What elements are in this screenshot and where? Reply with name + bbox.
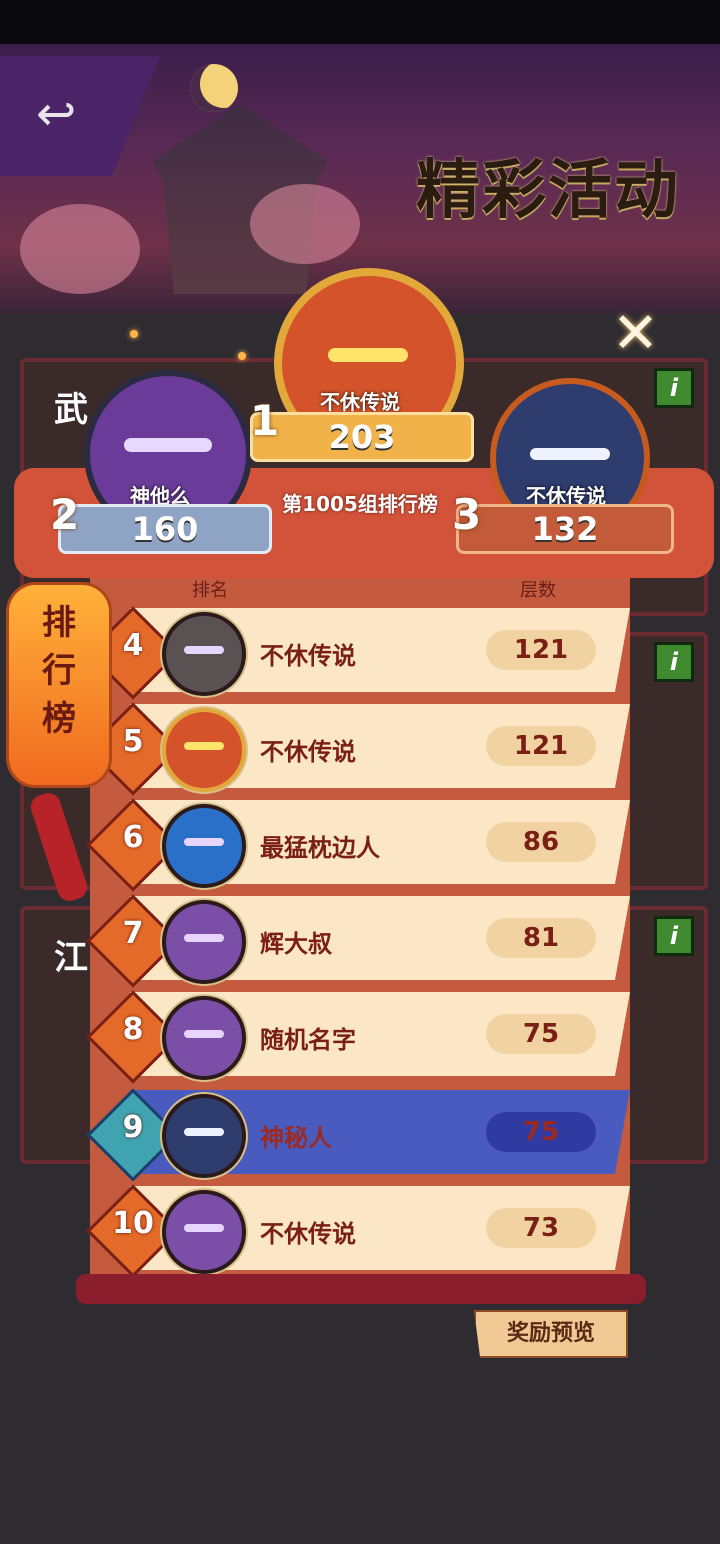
rank-number: 10 — [112, 1206, 154, 1241]
player-score: 81 — [486, 918, 596, 958]
leaderboard-row[interactable]: 7 辉大叔 81 — [86, 894, 630, 988]
podium-score: 132 — [456, 504, 674, 554]
purple-ninja-icon — [124, 438, 212, 452]
ninja-white-icon — [162, 612, 246, 696]
podium-rank: 3 — [452, 490, 482, 539]
blue-ninja-icon — [162, 804, 246, 888]
event-card-title: 武 — [54, 390, 88, 430]
col-rank-header: 排名 — [192, 580, 228, 601]
info-icon[interactable]: i — [654, 642, 694, 682]
player-name: 不休传说 — [260, 1220, 356, 1248]
fire-hero-icon — [162, 708, 246, 792]
spark-icon — [130, 330, 138, 338]
leaderboard-row[interactable]: 4 不休传说 121 — [86, 606, 630, 700]
dark-knight-icon — [162, 1094, 246, 1178]
leaderboard-lantern: 排行榜 — [6, 582, 112, 788]
leaderboard-row[interactable]: 5 不休传说 121 — [86, 702, 630, 796]
rank-number: 8 — [122, 1012, 144, 1047]
leaderboard-row[interactable]: 8 随机名字 75 — [86, 990, 630, 1084]
lantern-label: 排行榜 — [42, 603, 76, 739]
player-name: 辉大叔 — [260, 930, 332, 958]
podium-name: 不休传说 — [320, 390, 400, 414]
leaderboard-row[interactable]: 10 不休传说 73 — [86, 1184, 630, 1278]
purple-ninja-icon — [162, 900, 246, 984]
info-icon[interactable]: i — [654, 368, 694, 408]
reward-preview-button[interactable]: 奖励预览 — [474, 1310, 628, 1358]
rank-number: 6 — [122, 820, 144, 855]
rank-number: 9 — [122, 1110, 144, 1145]
player-name: 最猛枕边人 — [260, 834, 380, 862]
event-card-title: 江 — [54, 938, 88, 978]
game-screen: 精彩活动 ↩ 武 i i 江 i 神他么 160 2 不休传说 132 3 不休… — [0, 0, 720, 1544]
player-score: 86 — [486, 822, 596, 862]
player-score: 75 — [486, 1112, 596, 1152]
player-score: 121 — [486, 726, 596, 766]
back-arrow-icon: ↩ — [36, 86, 77, 142]
fire-hero-icon — [328, 348, 408, 362]
podium-score: 160 — [58, 504, 272, 554]
col-score-header: 层数 — [520, 580, 556, 601]
info-icon[interactable]: i — [654, 916, 694, 956]
moon-icon — [190, 64, 238, 112]
dark-knight-icon — [530, 448, 610, 460]
banner-title: 精彩活动 — [416, 154, 680, 228]
close-icon[interactable]: ✕ — [612, 306, 668, 362]
player-score: 73 — [486, 1208, 596, 1248]
blossom-icon — [20, 204, 140, 294]
status-bar — [0, 0, 720, 44]
player-score: 121 — [486, 630, 596, 670]
player-name: 不休传说 — [260, 642, 356, 670]
player-name: 随机名字 — [260, 1026, 356, 1054]
rank-number: 7 — [122, 916, 144, 951]
purple-ninja-icon — [162, 996, 246, 1080]
purple-ninja-icon — [162, 1190, 246, 1274]
podium-rank: 2 — [50, 490, 80, 539]
podium-score: 203 — [250, 412, 474, 462]
podium-rank: 1 — [250, 396, 280, 445]
group-title: 第1005组排行榜 — [282, 492, 438, 516]
player-score: 75 — [486, 1014, 596, 1054]
blossom-icon — [250, 184, 360, 264]
leaderboard-row-self[interactable]: 9 神秘人 75 — [86, 1088, 630, 1182]
player-name: 不休传说 — [260, 738, 356, 766]
leaderboard-row[interactable]: 6 最猛枕边人 86 — [86, 798, 630, 892]
player-name: 神秘人 — [260, 1124, 332, 1152]
panel-bottom-bar — [76, 1274, 646, 1304]
spark-icon — [238, 352, 246, 360]
